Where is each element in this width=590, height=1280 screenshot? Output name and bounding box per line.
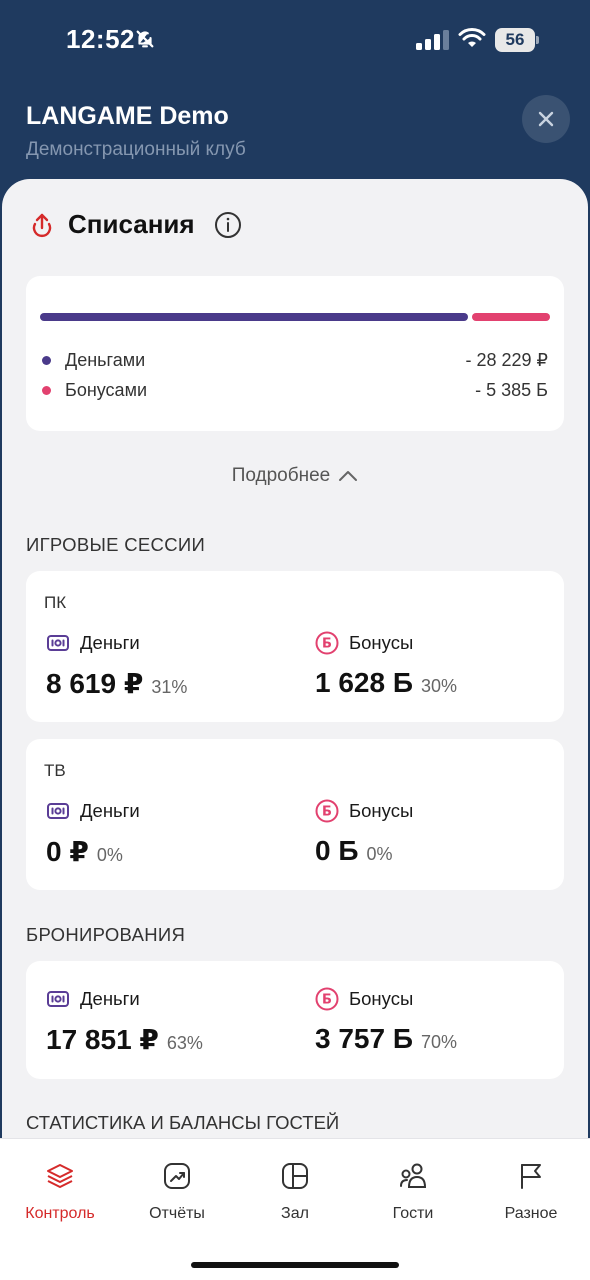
bonus-icon: Б	[315, 987, 339, 1011]
writeoffs-sheet: Списания Деньгами - 28 229 ₽ Бонусами - …	[2, 179, 588, 1280]
legend-value: - 5 385 Б	[475, 379, 548, 400]
section-title: Списания	[68, 209, 195, 239]
svg-text:Б: Б	[322, 805, 332, 820]
game-sessions-label: ИГРОВЫЕ СЕССИИ	[26, 534, 206, 555]
svg-text:Б: Б	[322, 637, 332, 652]
tab-reports[interactable]: Отчёты	[118, 1161, 236, 1223]
writeoffs-progress-bar	[40, 313, 550, 321]
bonus-percent: 30%	[420, 676, 458, 696]
bonus-icon: Б	[315, 799, 339, 823]
club-subtitle: Демонстрационный клуб	[26, 139, 246, 160]
money-metric: Деньги 0 ₽ 0%	[46, 799, 140, 868]
session-card-pc: ПК Деньги 8 619 ₽ 31% Б Бонусы 1 628 Б 3…	[26, 571, 564, 722]
club-title: LANGAME Demo	[26, 102, 229, 130]
money-label: Деньги	[80, 800, 140, 821]
bonus-metric: Б Бонусы 0 Б 0%	[315, 799, 413, 867]
close-button[interactable]	[522, 95, 570, 143]
legend-row-bonus: Бонусами - 5 385 Б	[42, 378, 548, 402]
flag-icon	[521, 1164, 541, 1189]
bonus-amount: 1 628 Б	[315, 667, 413, 698]
battery-level: 56	[495, 28, 535, 52]
more-details-toggle[interactable]: Подробнее	[2, 465, 588, 487]
info-icon[interactable]	[213, 210, 243, 240]
bookings-card: Деньги 17 851 ₽ 63% Б Бонусы 3 757 Б 70%	[26, 961, 564, 1079]
guest-stats-label: СТАТИСТИКА И БАЛАНСЫ ГОСТЕЙ	[26, 1112, 340, 1133]
bonus-icon: Б	[315, 631, 339, 655]
device-label: ТВ	[44, 761, 66, 780]
floor-plan-icon	[282, 1163, 308, 1189]
money-amount: 17 851 ₽	[46, 1024, 159, 1055]
money-metric: Деньги 17 851 ₽ 63%	[46, 987, 203, 1056]
tab-label: Гости	[392, 1205, 434, 1222]
money-label: Деньги	[80, 632, 140, 653]
money-progress-segment	[40, 313, 468, 321]
wifi-icon	[458, 28, 486, 47]
tab-control[interactable]: Контроль	[1, 1161, 119, 1223]
device-label: ПК	[44, 593, 67, 612]
tab-guests[interactable]: Гости	[354, 1161, 472, 1223]
layers-icon	[47, 1164, 73, 1188]
bookings-label: БРОНИРОВАНИЯ	[26, 924, 186, 945]
chevron-up-icon	[339, 471, 358, 481]
tab-hall[interactable]: Зал	[236, 1161, 354, 1223]
money-percent: 0%	[96, 845, 123, 865]
legend-label: Деньгами	[65, 349, 146, 370]
section-header: Списания	[28, 209, 243, 240]
money-icon	[47, 991, 69, 1007]
bonus-progress-segment	[472, 313, 550, 321]
money-label: Деньги	[80, 988, 140, 1009]
session-card-tv: ТВ Деньги 0 ₽ 0% Б Бонусы 0 Б 0%	[26, 739, 564, 890]
svg-text:Б: Б	[322, 993, 332, 1008]
close-icon	[538, 111, 554, 127]
money-percent: 63%	[166, 1033, 203, 1053]
status-bar: 12:52 56	[0, 0, 590, 80]
legend-dot-money	[42, 355, 51, 365]
battery-icon: 56	[495, 28, 539, 52]
legend-label: Бонусами	[65, 379, 148, 400]
app-header: 12:52 56 LANGAME Demo Демонстрационный к…	[0, 0, 590, 190]
more-details-label: Подробнее	[231, 465, 331, 486]
tab-misc[interactable]: Разное	[472, 1161, 590, 1223]
bonus-label: Бонусы	[349, 800, 414, 821]
bonus-metric: Б Бонусы 1 628 Б 30%	[315, 631, 457, 699]
bonus-amount: 3 757 Б	[315, 1023, 413, 1054]
home-indicator	[191, 1262, 399, 1268]
bonus-percent: 0%	[366, 844, 393, 864]
bonus-metric: Б Бонусы 3 757 Б 70%	[315, 987, 457, 1055]
money-percent: 31%	[151, 677, 188, 697]
bonus-percent: 70%	[420, 1032, 458, 1052]
writeoffs-summary-card: Деньгами - 28 229 ₽ Бонусами - 5 385 Б	[26, 276, 564, 431]
upload-icon	[32, 213, 52, 237]
cellular-signal-icon	[416, 30, 449, 50]
money-icon	[47, 635, 69, 651]
legend-value: - 28 229 ₽	[465, 349, 548, 370]
status-time: 12:52	[66, 24, 135, 54]
chart-up-icon	[164, 1163, 190, 1189]
bonus-amount: 0 Б	[315, 835, 359, 866]
bonus-label: Бонусы	[349, 632, 414, 653]
tab-label: Разное	[504, 1205, 558, 1222]
legend-dot-bonus	[42, 385, 51, 395]
money-amount: 8 619 ₽	[46, 668, 144, 699]
bonus-label: Бонусы	[349, 988, 414, 1009]
tab-label: Зал	[281, 1205, 309, 1222]
money-icon	[47, 803, 69, 819]
tab-label: Отчёты	[149, 1205, 205, 1222]
legend-row-money: Деньгами - 28 229 ₽	[42, 348, 548, 372]
bell-off-icon	[136, 30, 154, 48]
users-icon	[400, 1163, 427, 1188]
bottom-tab-bar: Контроль Отчёты Зал Гости Разное	[0, 1138, 590, 1280]
money-metric: Деньги 8 619 ₽ 31%	[46, 631, 187, 700]
money-amount: 0 ₽	[46, 836, 89, 867]
tab-label: Контроль	[25, 1205, 95, 1222]
